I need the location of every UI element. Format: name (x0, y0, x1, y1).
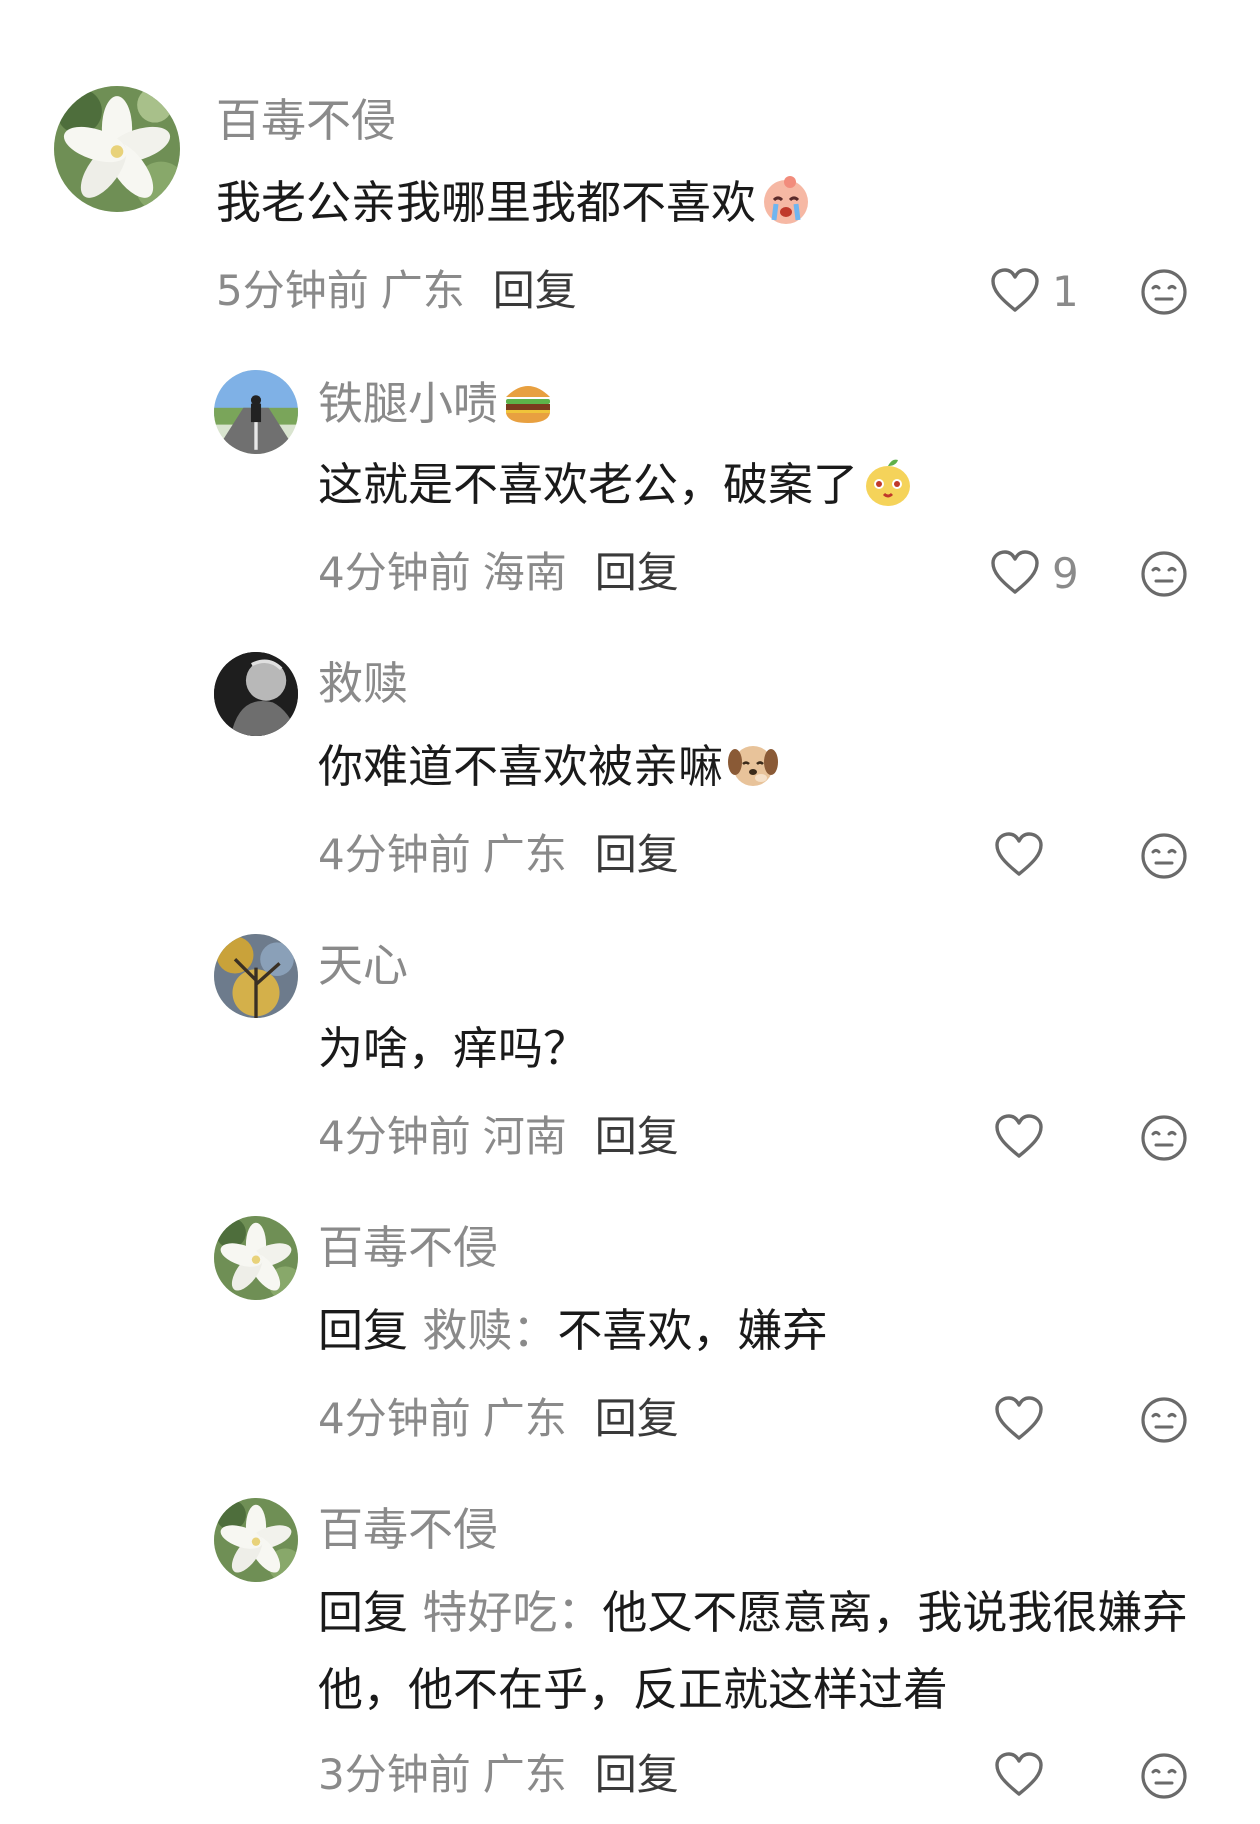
reply-button[interactable]: 回复 (595, 830, 679, 879)
heart-icon (995, 1114, 1043, 1158)
reply-button[interactable]: 回复 (595, 1750, 679, 1799)
dislike-button[interactable] (1140, 1396, 1188, 1444)
location: 广东 (380, 266, 465, 315)
username[interactable]: 救赎 (318, 656, 408, 712)
comment-text: 回复 救赎：不喜欢，嫌弃 (318, 1292, 1200, 1369)
timestamp: 4分钟前 (318, 548, 471, 597)
dislike-button[interactable] (1140, 832, 1188, 880)
like-button[interactable]: 9 (990, 548, 1079, 598)
comment-text: 我老公亲我哪里我都不喜欢 (216, 164, 1200, 241)
like-count: 1 (1052, 266, 1079, 316)
avatar[interactable] (54, 86, 180, 212)
dislike-button[interactable] (1140, 1752, 1188, 1800)
location: 海南 (482, 548, 567, 597)
neutral-face-icon (1141, 269, 1187, 315)
comment-text: 你难道不喜欢被亲嘛 (318, 728, 1200, 805)
comment-meta: 5分钟前 广东 回复 (216, 266, 577, 316)
username[interactable]: 百毒不侵 (216, 93, 396, 149)
avatar[interactable] (214, 934, 298, 1018)
comment-text-content: 你难道不喜欢被亲嘛 (318, 740, 724, 793)
comment-text: 这就是不喜欢老公，破案了 (318, 446, 1200, 523)
reply-target-user[interactable]: 特好吃： (422, 1586, 602, 1639)
like-button[interactable] (994, 830, 1044, 880)
dislike-button[interactable] (1140, 1114, 1188, 1162)
timestamp: 4分钟前 (318, 1112, 471, 1161)
avatar[interactable] (214, 1498, 298, 1582)
heart-icon (991, 268, 1039, 312)
neutral-face-icon (1141, 833, 1187, 879)
flower-avatar-image (214, 1216, 298, 1300)
username[interactable]: 天心 (318, 938, 408, 994)
comment-text: 为啥，痒吗？ (318, 1010, 1200, 1087)
neutral-face-icon (1141, 1397, 1187, 1443)
reply-button[interactable]: 回复 (595, 548, 679, 597)
avatar[interactable] (214, 1216, 298, 1300)
reply-prefix: 回复 (318, 1586, 409, 1639)
comment-text-content: 我老公亲我哪里我都不喜欢 (216, 176, 757, 229)
flower-avatar-image (214, 1498, 298, 1582)
heart-icon (995, 1396, 1043, 1440)
avatar[interactable] (214, 652, 298, 736)
dog-face-icon (727, 738, 779, 790)
reply-button[interactable]: 回复 (493, 266, 577, 315)
neutral-face-icon (1141, 551, 1187, 597)
flower-avatar-image (54, 86, 180, 212)
tree-avatar-image (214, 934, 298, 1018)
like-button[interactable] (994, 1394, 1044, 1444)
reply-target-user[interactable]: 救赎： (422, 1304, 557, 1357)
hamburger-icon (502, 375, 554, 427)
username[interactable]: 铁腿小啧 (318, 375, 554, 432)
like-button[interactable] (994, 1750, 1044, 1800)
location: 广东 (482, 1394, 567, 1443)
neutral-face-icon (1141, 1115, 1187, 1161)
timestamp: 4分钟前 (318, 830, 471, 879)
comment-meta: 4分钟前 广东 回复 (318, 1394, 679, 1444)
username[interactable]: 百毒不侵 (318, 1502, 498, 1558)
location: 广东 (482, 830, 567, 879)
crying-face-icon (760, 174, 812, 226)
username-text: 铁腿小啧 (318, 377, 499, 430)
dislike-button[interactable] (1140, 550, 1188, 598)
neutral-face-icon (1141, 1753, 1187, 1799)
timestamp: 3分钟前 (318, 1750, 471, 1799)
dislike-button[interactable] (1140, 268, 1188, 316)
road-avatar-image (214, 370, 298, 454)
comment-text-content: 不喜欢，嫌弃 (557, 1304, 828, 1357)
yellow-face-icon (862, 456, 914, 508)
like-button[interactable] (994, 1112, 1044, 1162)
timestamp: 5分钟前 (216, 266, 369, 315)
location: 河南 (482, 1112, 567, 1161)
reply-prefix: 回复 (318, 1304, 409, 1357)
heart-icon (991, 550, 1039, 594)
reply-button[interactable]: 回复 (595, 1394, 679, 1443)
username[interactable]: 百毒不侵 (318, 1220, 498, 1276)
comment-thread: 百毒不侵 我老公亲我哪里我都不喜欢 5分钟前 广东 回复 1 铁腿小啧 这就是不… (0, 0, 1260, 1824)
heart-icon (995, 1752, 1043, 1796)
comment-meta: 4分钟前 海南 回复 (318, 548, 679, 598)
comment-text-content: 为啥，痒吗？ (318, 1022, 589, 1075)
like-count: 9 (1052, 548, 1079, 598)
avatar[interactable] (214, 370, 298, 454)
location: 广东 (482, 1750, 567, 1799)
timestamp: 4分钟前 (318, 1394, 471, 1443)
comment-text-content: 这就是不喜欢老公，破案了 (318, 458, 859, 511)
comment-meta: 4分钟前 广东 回复 (318, 830, 679, 880)
comment-meta: 4分钟前 河南 回复 (318, 1112, 679, 1162)
dark-avatar-image (214, 652, 298, 736)
heart-icon (995, 832, 1043, 876)
comment-meta: 3分钟前 广东 回复 (318, 1750, 679, 1800)
reply-button[interactable]: 回复 (595, 1112, 679, 1161)
comment-text: 回复 特好吃：他又不愿意离，我说我很嫌弃他，他不在乎，反正就这样过着 (318, 1574, 1200, 1728)
like-button[interactable]: 1 (990, 266, 1079, 316)
